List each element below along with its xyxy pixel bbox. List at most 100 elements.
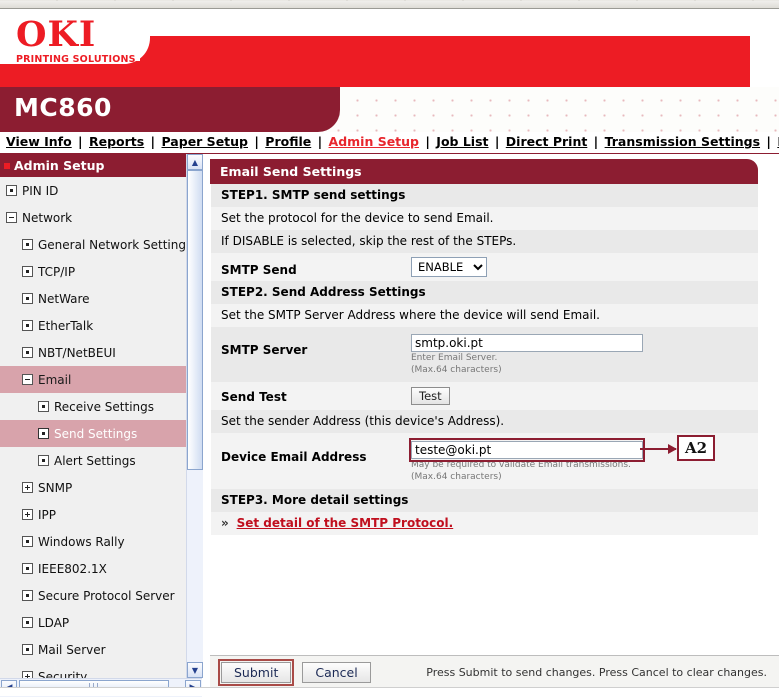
leaf-icon[interactable] bbox=[38, 401, 49, 412]
sidebar-item-ieee802-1x[interactable]: IEEE802.1X bbox=[0, 555, 186, 582]
sidebar: Admin Setup PIN ID Network General Network… bbox=[0, 154, 187, 678]
smtp-send-label: SMTP Send bbox=[221, 263, 297, 277]
sidebar-item-netware[interactable]: NetWare bbox=[0, 285, 186, 312]
sidebar-item-security[interactable]: Security bbox=[0, 663, 186, 678]
oki-logo-text: OKI bbox=[16, 14, 97, 55]
sidebar-title-marker-icon bbox=[4, 163, 10, 169]
main-navigation[interactable]: View Info | Reports | Paper Setup | Prof… bbox=[0, 132, 779, 154]
sidebar-item-windows-rally[interactable]: Windows Rally bbox=[0, 528, 186, 555]
sidebar-item-ipp[interactable]: IPP bbox=[0, 501, 186, 528]
expand-icon[interactable] bbox=[22, 671, 33, 678]
scroll-down-icon[interactable]: ▼ bbox=[187, 662, 203, 678]
sidebar-item-label: General Network Setting bbox=[38, 237, 186, 252]
step3-heading: STEP3. More detail settings bbox=[211, 489, 758, 512]
vertical-scroll-thumb[interactable] bbox=[187, 170, 203, 470]
smtp-send-select[interactable]: ENABLEDISABLE bbox=[411, 257, 487, 277]
device-email-row: Device Email Address A2 May be required … bbox=[211, 433, 758, 489]
nav-separator: | bbox=[313, 134, 327, 149]
form-buttons: Submit Cancel bbox=[210, 658, 371, 686]
collapse-icon[interactable] bbox=[22, 374, 33, 385]
sidebar-item-label: NBT/NetBEUI bbox=[38, 345, 116, 360]
leaf-icon[interactable] bbox=[22, 320, 33, 331]
oki-logo: OKI PRINTING SOLUTIONS bbox=[16, 14, 136, 66]
smtp-server-input[interactable] bbox=[411, 334, 643, 352]
leaf-icon[interactable] bbox=[22, 293, 33, 304]
nav-item-profile[interactable]: Profile bbox=[265, 134, 311, 149]
submit-button[interactable]: Submit bbox=[221, 661, 292, 683]
sidebar-item-send-settings[interactable]: Send Settings bbox=[0, 420, 186, 447]
send-test-control: Test bbox=[411, 387, 758, 405]
scroll-up-icon[interactable]: ▲ bbox=[187, 154, 203, 170]
send-test-button[interactable]: Test bbox=[411, 387, 450, 405]
sidebar-tree[interactable]: PIN ID Network General Network Setting TCP/… bbox=[0, 177, 186, 678]
sidebar-item-label: EtherTalk bbox=[38, 318, 94, 333]
sidebar-item-general-network-setting[interactable]: General Network Setting bbox=[0, 231, 186, 258]
device-email-input[interactable] bbox=[411, 441, 643, 459]
sidebar-item-tcp-ip[interactable]: TCP/IP bbox=[0, 258, 186, 285]
panel-title: Email Send Settings bbox=[210, 159, 758, 184]
smtp-server-hint-1: Enter Email Server. bbox=[411, 353, 498, 363]
leaf-icon[interactable] bbox=[22, 644, 33, 655]
sidebar-item-network[interactable]: Network bbox=[0, 204, 186, 231]
smtp-server-hint-2: (Max.64 characters) bbox=[411, 365, 502, 375]
sidebar-vertical-scrollbar[interactable]: ▲ ▼ bbox=[186, 154, 203, 678]
leaf-icon[interactable] bbox=[22, 536, 33, 547]
sidebar-item-mail-server[interactable]: Mail Server bbox=[0, 636, 186, 663]
step1-description-1: Set the protocol for the device to send … bbox=[211, 207, 758, 230]
sidebar-item-ethertalk[interactable]: EtherTalk bbox=[0, 312, 186, 339]
leaf-icon[interactable] bbox=[22, 563, 33, 574]
smtp-protocol-detail-link[interactable]: Set detail of the SMTP Protocol. bbox=[237, 516, 454, 530]
device-email-hint-1: May be required to validate Email transm… bbox=[411, 460, 631, 470]
leaf-icon[interactable] bbox=[22, 347, 33, 358]
sidebar-item-label: Security bbox=[38, 669, 88, 679]
sidebar-item-label: Mail Server bbox=[38, 642, 106, 657]
sidebar-item-ldap[interactable]: LDAP bbox=[0, 609, 186, 636]
sidebar-item-label: Secure Protocol Server bbox=[38, 588, 175, 603]
sidebar-item-label: Send Settings bbox=[54, 426, 138, 441]
leaf-icon[interactable] bbox=[22, 590, 33, 601]
form-help-note: Press Submit to send changes. Press Canc… bbox=[426, 665, 767, 679]
sidebar-item-pin-id[interactable]: PIN ID bbox=[0, 177, 186, 204]
sidebar-title-label: Admin Setup bbox=[14, 158, 105, 173]
expand-icon[interactable] bbox=[22, 509, 33, 520]
sidebar-item-receive-settings[interactable]: Receive Settings bbox=[0, 393, 186, 420]
form-action-bar: Submit Cancel Press Submit to send chang… bbox=[210, 655, 779, 688]
leaf-icon[interactable] bbox=[6, 185, 17, 196]
collapse-icon[interactable] bbox=[6, 212, 17, 223]
sidebar-item-secure-protocol-server[interactable]: Secure Protocol Server bbox=[0, 582, 186, 609]
sidebar-item-snmp[interactable]: SNMP bbox=[0, 474, 186, 501]
nav-item-direct-print[interactable]: Direct Print bbox=[506, 134, 588, 149]
leaf-icon[interactable] bbox=[22, 239, 33, 250]
nav-item-job-list[interactable]: Job List bbox=[436, 134, 488, 149]
expand-icon[interactable] bbox=[22, 482, 33, 493]
step1-description-2: If DISABLE is selected, skip the rest of… bbox=[211, 230, 758, 253]
cancel-button[interactable]: Cancel bbox=[302, 661, 371, 683]
sidebar-item-label: Windows Rally bbox=[38, 534, 125, 549]
smtp-server-row: SMTP Server Enter Email Server. (Max.64 … bbox=[211, 327, 758, 382]
banner-red-block bbox=[140, 36, 750, 62]
nav-item-admin-setup[interactable]: Admin Setup bbox=[329, 134, 420, 149]
send-test-label: Send Test bbox=[221, 390, 287, 404]
leaf-icon[interactable] bbox=[22, 617, 33, 628]
step3-link-row[interactable]: » Set detail of the SMTP Protocol. bbox=[211, 512, 758, 535]
sidebar-item-label: LDAP bbox=[38, 615, 70, 630]
nav-item-reports[interactable]: Reports bbox=[89, 134, 144, 149]
sender-address-description: Set the sender Address (this device's Ad… bbox=[211, 410, 758, 433]
annotation-arrow-icon bbox=[640, 444, 677, 454]
sidebar-item-nbt-netbeui[interactable]: NBT/NetBEUI bbox=[0, 339, 186, 366]
nav-item-transmission-settings[interactable]: Transmission Settings bbox=[605, 134, 760, 149]
oki-banner: OKI PRINTING SOLUTIONS bbox=[0, 9, 779, 87]
leaf-icon[interactable] bbox=[22, 266, 33, 277]
leaf-icon[interactable] bbox=[38, 428, 49, 439]
browser-toolbar-strip bbox=[0, 0, 779, 9]
nav-separator: | bbox=[73, 134, 87, 149]
sidebar-item-email[interactable]: Email bbox=[0, 366, 186, 393]
nav-separator: | bbox=[421, 134, 435, 149]
leaf-icon[interactable] bbox=[38, 455, 49, 466]
nav-item-paper-setup[interactable]: Paper Setup bbox=[161, 134, 248, 149]
annotation-label-a2: A2 bbox=[677, 435, 716, 461]
device-email-hint-2: (Max.64 characters) bbox=[411, 472, 502, 482]
sidebar-item-alert-settings[interactable]: Alert Settings bbox=[0, 447, 186, 474]
email-send-settings-panel: Email Send Settings STEP1. SMTP send set… bbox=[210, 159, 758, 535]
nav-item-view-info[interactable]: View Info bbox=[6, 134, 72, 149]
